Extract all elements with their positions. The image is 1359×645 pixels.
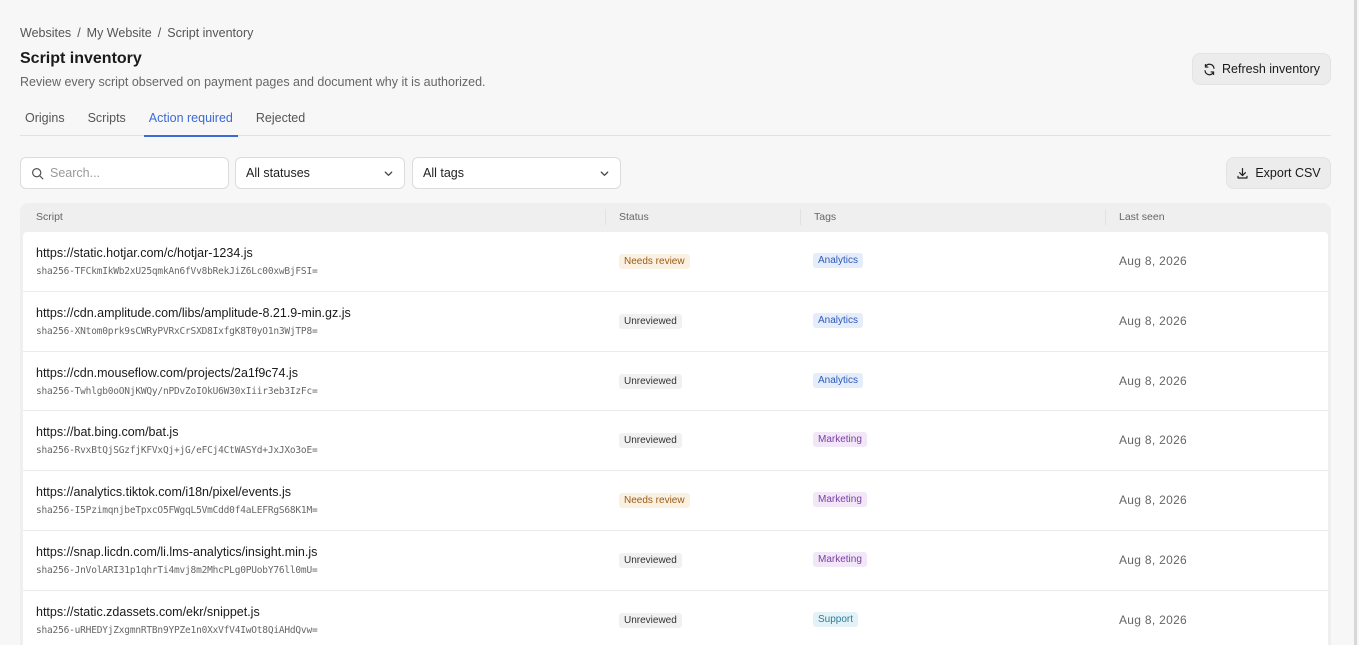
column-divider [1105, 209, 1106, 225]
column-header-status[interactable]: Status [619, 211, 649, 223]
search-icon [31, 167, 44, 180]
chevron-down-icon [599, 168, 610, 179]
script-hash: sha256-I5PzimqnjbeTpxcO5FWgqL5VmCdd0f4aL… [36, 505, 318, 517]
column-divider [800, 209, 801, 225]
status-filter-select[interactable]: All statuses [235, 157, 405, 189]
last-seen-date: Aug 8, 2026 [1119, 313, 1188, 328]
script-hash: sha256-JnVolARI31p1qhrTi4mvj8m2MhcPLg0PU… [36, 564, 318, 576]
breadcrumb-websites[interactable]: Websites [20, 26, 71, 40]
last-seen-date: Aug 8, 2026 [1119, 612, 1188, 627]
refresh-inventory-button[interactable]: Refresh inventory [1192, 53, 1331, 85]
script-url[interactable]: https://bat.bing.com/bat.js [36, 425, 178, 439]
download-icon [1236, 167, 1249, 180]
tab-rejected[interactable]: Rejected [256, 104, 305, 136]
tag-badge: Marketing [813, 492, 867, 508]
search-input[interactable] [50, 166, 210, 180]
last-seen-date: Aug 8, 2026 [1119, 433, 1188, 448]
table-row[interactable]: https://cdn.amplitude.com/libs/amplitude… [23, 292, 1328, 352]
tag-badge: Analytics [813, 253, 864, 268]
status-badge: Unreviewed [619, 552, 682, 568]
status-badge: Unreviewed [619, 612, 682, 628]
script-hash: sha256-RvxBtQjSGzfjKFVxQj+jG/eFCj4CtWASY… [36, 445, 318, 457]
script-url[interactable]: https://static.zdassets.com/ekr/snippet.… [36, 605, 260, 619]
last-seen-date: Aug 8, 2026 [1119, 254, 1188, 268]
last-seen-date: Aug 8, 2026 [1119, 493, 1188, 508]
last-seen-date: Aug 8, 2026 [1119, 552, 1188, 567]
status-badge: Unreviewed [619, 373, 682, 389]
tag-badge: Marketing [813, 551, 867, 567]
tag-badge: Marketing [813, 432, 867, 448]
last-seen-date: Aug 8, 2026 [1119, 373, 1188, 388]
script-inventory-page: Websites / My Website / Script inventory… [20, 0, 1331, 645]
table-row[interactable]: https://snap.licdn.com/li.lms-analytics/… [23, 531, 1328, 591]
refresh-inventory-label: Refresh inventory [1222, 62, 1320, 76]
breadcrumb-separator: / [157, 26, 162, 40]
refresh-icon [1203, 63, 1216, 76]
table-body: https://static.hotjar.com/c/hotjar-1234.… [23, 232, 1328, 645]
status-badge: Unreviewed [619, 433, 682, 449]
column-header-last-seen[interactable]: Last seen [1119, 211, 1165, 223]
tags-filter-value: All tags [423, 166, 464, 180]
tab-scripts[interactable]: Scripts [88, 104, 126, 136]
script-url[interactable]: https://cdn.amplitude.com/libs/amplitude… [36, 306, 351, 320]
script-url[interactable]: https://analytics.tiktok.com/i18n/pixel/… [36, 485, 291, 499]
tab-bar: Origins Scripts Action required Rejected [20, 104, 1331, 137]
search-box [20, 157, 229, 189]
breadcrumb-current: Script inventory [167, 26, 254, 40]
table-row[interactable]: https://static.zdassets.com/ekr/snippet.… [23, 591, 1328, 645]
tab-origins[interactable]: Origins [25, 104, 65, 136]
script-url[interactable]: https://static.hotjar.com/c/hotjar-1234.… [36, 246, 253, 260]
tag-badge: Analytics [813, 372, 864, 388]
status-badge: Needs review [619, 254, 690, 269]
script-hash: sha256-uRHEDYjZxgmnRTBn9YPZe1n0XxVfV4IwO… [36, 624, 318, 636]
column-header-tags[interactable]: Tags [814, 211, 836, 223]
script-url[interactable]: https://snap.licdn.com/li.lms-analytics/… [36, 545, 317, 559]
page-subtitle: Review every script observed on payment … [20, 75, 486, 89]
table-row[interactable]: https://static.hotjar.com/c/hotjar-1234.… [23, 232, 1328, 292]
table-row[interactable]: https://cdn.mouseflow.com/projects/2a1f9… [23, 352, 1328, 412]
tags-filter-select[interactable]: All tags [412, 157, 621, 189]
script-hash: sha256-XNtom0prk9sCWRyPVRxCrSXD8IxfgK8T0… [36, 325, 318, 337]
scripts-table: Script Status Tags Last seen https://sta… [20, 203, 1331, 645]
status-filter-value: All statuses [246, 166, 310, 180]
page-scrollbar[interactable] [1354, 0, 1357, 645]
breadcrumb: Websites / My Website / Script inventory [20, 26, 253, 40]
table-row[interactable]: https://bat.bing.com/bat.js sha256-RvxBtQ… [23, 411, 1328, 472]
breadcrumb-separator: / [77, 26, 81, 40]
script-hash: sha256-TFCkmIkWb2xU25qmkAn6fVv8bRekJiZ6L… [36, 266, 318, 277]
chevron-down-icon [383, 168, 394, 179]
tag-badge: Analytics [813, 312, 864, 328]
page-title: Script inventory [20, 50, 142, 67]
table-row[interactable]: https://analytics.tiktok.com/i18n/pixel/… [23, 471, 1328, 531]
status-badge: Needs review [619, 493, 690, 509]
script-hash: sha256-Twhlgb0oONjKWQy/nPDvZoIOkU6W30xIi… [36, 385, 318, 397]
script-url[interactable]: https://cdn.mouseflow.com/projects/2a1f9… [36, 366, 298, 380]
export-csv-button[interactable]: Export CSV [1226, 157, 1331, 189]
export-csv-label: Export CSV [1255, 166, 1321, 180]
tag-badge: Support [813, 611, 859, 627]
tab-action-required[interactable]: Action required [143, 104, 238, 137]
column-header-script[interactable]: Script [36, 211, 63, 223]
table-header: Script Status Tags Last seen [20, 203, 1331, 231]
breadcrumb-my-website[interactable]: My Website [87, 26, 152, 40]
status-badge: Unreviewed [619, 313, 682, 329]
column-divider [605, 209, 606, 225]
